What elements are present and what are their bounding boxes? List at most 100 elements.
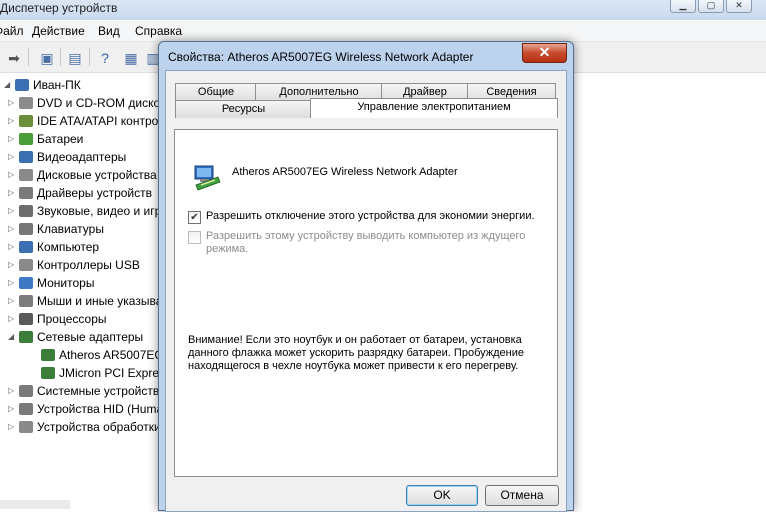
list-view-icon[interactable]: ▤ <box>64 47 86 69</box>
tree-item-label: Компьютер <box>37 240 100 254</box>
expand-arrow-icon[interactable]: ▷ <box>8 274 17 292</box>
tree-child-item[interactable]: Atheros AR5007EG <box>30 346 164 364</box>
network-adapter-icon <box>41 349 55 361</box>
tree-category-item[interactable]: ▷ Контроллеры USB <box>8 256 140 274</box>
window-controls: ▁ ▢ ✕ <box>670 0 752 13</box>
allow-wake-option: Разрешить этому устройству выводить комп… <box>188 230 538 256</box>
tree-root[interactable]: ◢ Иван-ПК <box>4 76 81 94</box>
network-adapter-icon <box>19 331 33 343</box>
tree-item-label: Клавиатуры <box>37 222 104 236</box>
properties-dialog: Свойства: Atheros AR5007EG Wireless Netw… <box>158 41 574 512</box>
properties-sheet-icon[interactable]: ▣ <box>36 47 58 69</box>
checkmark-icon: ✔ <box>190 212 199 223</box>
driver-icon <box>19 187 33 199</box>
device-name: Atheros AR5007EG Wireless Network Adapte… <box>232 166 458 178</box>
toolbar-separator <box>89 48 90 66</box>
device-tree: ◢ Иван-ПК ▷ DVD и CD-ROM дисководы ▷ IDE ATA… <box>0 76 195 506</box>
usb-icon <box>19 259 33 271</box>
tree-child-item[interactable]: JMicron PCI Express <box>30 364 171 382</box>
close-window-button[interactable]: ✕ <box>726 0 752 13</box>
tree-item-label: Системные устройства <box>37 384 166 398</box>
disk-drive-icon <box>19 169 33 181</box>
expand-arrow-icon[interactable]: ▷ <box>8 130 17 148</box>
tree-item-label: Atheros AR5007EG <box>59 348 164 362</box>
collapse-arrow-icon[interactable]: ◢ <box>4 76 13 94</box>
tree-item-label: Драйверы устройств <box>37 186 153 200</box>
tree-item-label: Дисковые устройства <box>37 168 157 182</box>
tree-category-item[interactable]: ▷ Мониторы <box>8 274 94 292</box>
imaging-device-icon <box>19 421 33 433</box>
tree-category-item[interactable]: ▷ Дисковые устройства <box>8 166 157 184</box>
expand-arrow-icon[interactable]: ▷ <box>8 418 17 436</box>
tree-category-item[interactable]: ▷ Устройства обработки <box>8 418 161 436</box>
menu-view[interactable]: Вид <box>98 24 120 38</box>
tree-item-label: Контроллеры USB <box>37 258 140 272</box>
grid-view-icon[interactable]: ▦ <box>120 47 142 69</box>
menu-help[interactable]: Справка <box>135 24 182 38</box>
tree-item-label: Мониторы <box>37 276 95 290</box>
expand-arrow-icon[interactable]: ▷ <box>8 166 17 184</box>
expand-arrow-icon[interactable]: ▷ <box>8 400 17 418</box>
allow-wake-label: Разрешить этому устройству выводить комп… <box>206 230 526 255</box>
expand-arrow-icon[interactable]: ▷ <box>8 382 17 400</box>
tab-general[interactable]: Общие <box>175 83 257 101</box>
expand-arrow-icon[interactable]: ▷ <box>8 112 17 130</box>
power-warning-text: Внимание! Если это ноутбук и он работает… <box>188 334 524 372</box>
tree-root-label: Иван-ПК <box>33 78 81 92</box>
tree-category-item[interactable]: ▷ Компьютер <box>8 238 99 256</box>
tree-category-item[interactable]: ▷ Видеоадаптеры <box>8 148 126 166</box>
forward-arrow-icon[interactable]: ➡ <box>3 47 25 69</box>
expand-arrow-icon[interactable]: ▷ <box>8 184 17 202</box>
collapse-arrow-icon[interactable]: ◢ <box>8 328 17 346</box>
allow-power-off-label: Разрешить отключение этого устройства дл… <box>206 210 535 222</box>
tree-item-label: JMicron PCI Express <box>59 366 172 380</box>
tree-category-item[interactable]: ▷ Батареи <box>8 130 83 148</box>
menu-bar: Файл Действие Вид Справка <box>0 21 766 42</box>
battery-icon <box>19 133 33 145</box>
tree-category-item[interactable]: ▷ Процессоры <box>8 310 107 328</box>
horizontal-scrollbar[interactable] <box>0 500 70 509</box>
tab-power-management[interactable]: Управление электропитанием <box>310 98 558 118</box>
expand-arrow-icon[interactable]: ▷ <box>8 94 17 112</box>
dialog-body: Общие Дополнительно Драйвер Сведения Рес… <box>165 70 567 512</box>
ide-controller-icon <box>19 115 33 127</box>
help-icon[interactable]: ? <box>94 47 116 69</box>
allow-power-off-checkbox[interactable]: ✔ <box>188 211 201 224</box>
tree-category-item[interactable]: ▷ Устройства HID (Human <box>8 400 170 418</box>
monitor-icon <box>19 277 33 289</box>
tree-item-label: Устройства обработки <box>37 420 161 434</box>
cancel-button[interactable]: Отмена <box>485 485 559 506</box>
tree-category-item[interactable]: ▷ Системные устройства <box>8 382 166 400</box>
dialog-close-button[interactable]: ✕ <box>522 43 567 63</box>
expand-arrow-icon[interactable]: ▷ <box>8 238 17 256</box>
minimize-button[interactable]: ▁ <box>670 0 696 13</box>
close-icon: ✕ <box>538 44 551 60</box>
expand-arrow-icon[interactable]: ▷ <box>8 220 17 238</box>
expand-arrow-icon[interactable]: ▷ <box>8 310 17 328</box>
menu-file[interactable]: Файл <box>0 24 24 38</box>
keyboard-icon <box>19 223 33 235</box>
dialog-title: Свойства: Atheros AR5007EG Wireless Netw… <box>168 50 474 64</box>
mouse-icon <box>19 295 33 307</box>
tab-resources[interactable]: Ресурсы <box>175 100 312 118</box>
tree-category-item[interactable]: ▷ Драйверы устройств <box>8 184 152 202</box>
tree-item-label: Сетевые адаптеры <box>37 330 144 344</box>
allow-power-off-option[interactable]: ✔ Разрешить отключение этого устройства … <box>188 210 535 224</box>
allow-wake-checkbox <box>188 231 201 244</box>
expand-arrow-icon[interactable]: ▷ <box>8 202 17 220</box>
expand-arrow-icon[interactable]: ▷ <box>8 148 17 166</box>
maximize-button[interactable]: ▢ <box>698 0 724 13</box>
computer-icon <box>15 79 29 91</box>
tree-category-item[interactable]: ◢ Сетевые адаптеры <box>8 328 143 346</box>
menu-action[interactable]: Действие <box>32 24 85 38</box>
disc-drive-icon <box>19 97 33 109</box>
device-manager-titlebar: Диспетчер устройств ▁ ▢ ✕ <box>0 0 766 20</box>
device-manager-title: Диспетчер устройств <box>0 1 118 15</box>
ok-button[interactable]: OK <box>406 485 478 506</box>
network-adapter-icon <box>41 367 55 379</box>
tree-category-item[interactable]: ▷ Клавиатуры <box>8 220 104 238</box>
toolbar-separator <box>28 48 29 66</box>
expand-arrow-icon[interactable]: ▷ <box>8 292 17 310</box>
expand-arrow-icon[interactable]: ▷ <box>8 256 17 274</box>
processor-icon <box>19 313 33 325</box>
